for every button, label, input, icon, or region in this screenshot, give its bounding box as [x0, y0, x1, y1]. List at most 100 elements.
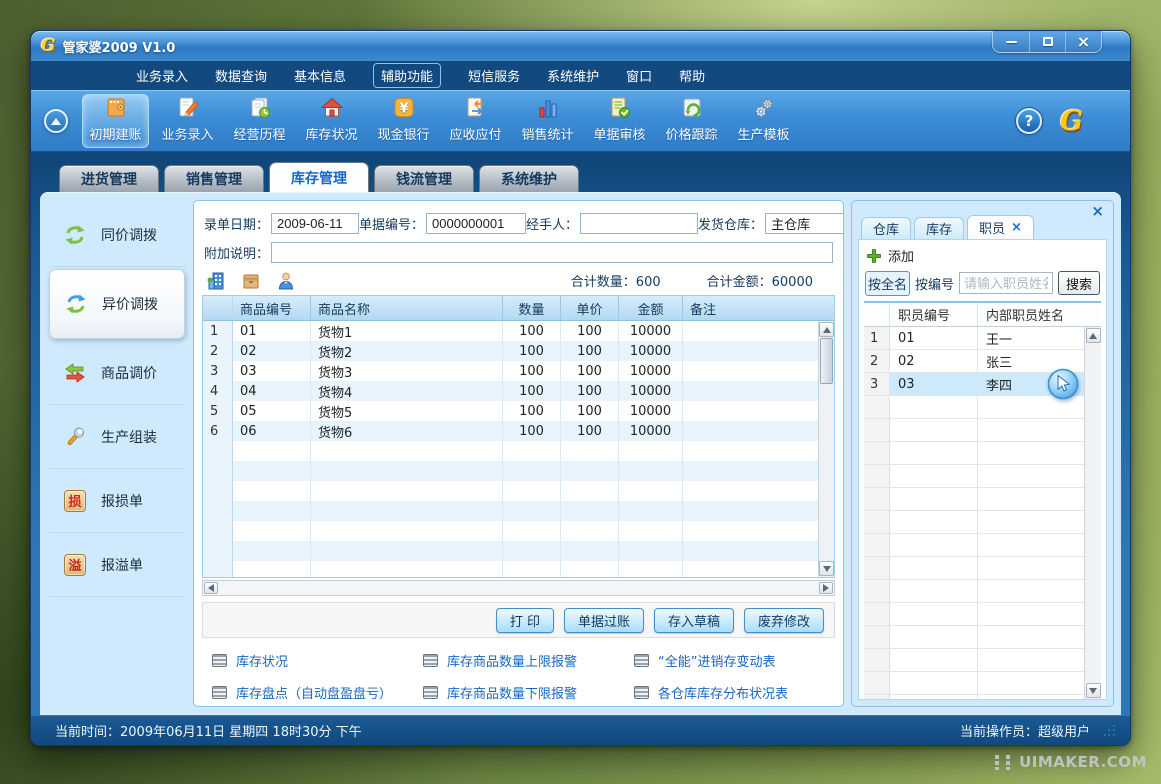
- sidebar-item-goods-price-adjust[interactable]: 商品调价: [49, 341, 186, 405]
- close-button[interactable]: ×: [1065, 31, 1101, 52]
- menu-item-business-entry[interactable]: 业务录入: [136, 66, 188, 85]
- staff-row-empty[interactable]: [864, 465, 1084, 488]
- menu-item-sms-service[interactable]: 短信服务: [468, 66, 520, 85]
- staff-row-empty[interactable]: [864, 534, 1084, 557]
- scroll-left-button[interactable]: [204, 582, 218, 594]
- toolbar-item-production-template[interactable]: 生产模板: [730, 94, 797, 148]
- maximize-button[interactable]: [1029, 31, 1065, 52]
- discard-changes-button[interactable]: 废弃修改: [744, 608, 824, 633]
- staff-row-empty[interactable]: [864, 419, 1084, 442]
- staff-row-empty[interactable]: [864, 511, 1084, 534]
- toolbar-item-cash-bank[interactable]: ¥ 现金银行: [370, 94, 437, 148]
- scrollbar-thumb[interactable]: [820, 338, 833, 384]
- voucher-number-input[interactable]: [426, 213, 526, 234]
- panel-close-icon[interactable]: ×: [1091, 204, 1104, 219]
- staff-row-empty[interactable]: [864, 442, 1084, 465]
- sidebar-item-overflow-report[interactable]: 溢 报溢单: [49, 533, 186, 597]
- stock-box-icon[interactable]: [241, 271, 261, 291]
- table-row-empty[interactable]: [203, 461, 818, 481]
- toolbar-item-voucher-audit[interactable]: 单据审核: [586, 94, 653, 148]
- filter-by-fullname[interactable]: 按全名: [865, 271, 910, 296]
- staff-row[interactable]: 101王一: [864, 327, 1084, 350]
- menu-item-basic-info[interactable]: 基本信息: [294, 66, 346, 85]
- tab-cash-flow-management[interactable]: 钱流管理: [374, 165, 474, 192]
- search-button[interactable]: 搜索: [1058, 271, 1100, 295]
- sidebar-item-production-assembly[interactable]: 生产组装: [49, 405, 186, 469]
- link-warehouse-distribution[interactable]: 各仓库库存分布状况表: [634, 682, 835, 702]
- warehouse-input[interactable]: [765, 213, 844, 234]
- header-goods-name[interactable]: 商品名称: [311, 296, 503, 320]
- table-row-empty[interactable]: [203, 501, 818, 521]
- staff-row-empty[interactable]: [864, 603, 1084, 626]
- toolbar-item-business-history[interactable]: 经营历程: [226, 94, 293, 148]
- table-row[interactable]: 606货物610010010000: [203, 421, 818, 441]
- tab-purchase-management[interactable]: 进货管理: [59, 165, 159, 192]
- menu-item-window[interactable]: 窗口: [626, 66, 652, 85]
- minimize-button[interactable]: [993, 31, 1029, 52]
- scroll-down-button[interactable]: [1086, 683, 1101, 698]
- scroll-up-button[interactable]: [1086, 328, 1101, 343]
- sidebar-item-diff-price-transfer[interactable]: 异价调拨: [49, 269, 185, 339]
- header-goods-code[interactable]: 商品编号: [233, 296, 311, 320]
- header-note[interactable]: 备注: [683, 296, 834, 320]
- note-input[interactable]: [271, 242, 833, 263]
- toolbar-item-price-tracking[interactable]: 价格跟踪: [658, 94, 725, 148]
- header-amount[interactable]: 金额: [619, 296, 683, 320]
- header-unit-price[interactable]: 单价: [561, 296, 619, 320]
- tab-inventory-management[interactable]: 库存管理: [269, 162, 369, 192]
- add-button[interactable]: 添加: [888, 246, 914, 265]
- scroll-up-button[interactable]: [819, 322, 834, 337]
- table-row-empty[interactable]: [203, 481, 818, 501]
- header-staff-name[interactable]: 内部职员姓名: [978, 303, 1101, 326]
- tab-sales-management[interactable]: 销售管理: [164, 165, 264, 192]
- toolbar-item-receivables-payables[interactable]: 应收应付: [442, 94, 509, 148]
- toolbar-collapse-button[interactable]: [44, 109, 68, 133]
- link-stock-count[interactable]: 库存盘点（自动盘盈盘亏）: [212, 682, 423, 702]
- menu-item-auxiliary-functions[interactable]: 辅助功能: [373, 63, 441, 88]
- print-button[interactable]: 打 印: [496, 608, 554, 633]
- staff-person-icon[interactable]: [276, 271, 296, 291]
- link-inventory-status[interactable]: 库存状况: [212, 650, 423, 670]
- staff-row-empty[interactable]: [864, 672, 1084, 695]
- tab-staff[interactable]: 职员 ×: [967, 215, 1034, 239]
- tab-close-icon[interactable]: ×: [1011, 221, 1022, 234]
- link-stock-lower-limit-alert[interactable]: 库存商品数量下限报警: [423, 682, 634, 702]
- link-stock-upper-limit-alert[interactable]: 库存商品数量上限报警: [423, 650, 634, 670]
- table-row[interactable]: 505货物510010010000: [203, 401, 818, 421]
- post-voucher-button[interactable]: 单据过账: [564, 608, 644, 633]
- table-row[interactable]: 101货物110010010000: [203, 321, 818, 341]
- table-row[interactable]: 404货物410010010000: [203, 381, 818, 401]
- scroll-right-button[interactable]: [819, 582, 833, 594]
- table-row-empty[interactable]: [203, 441, 818, 461]
- staff-row-empty[interactable]: [864, 626, 1084, 649]
- staff-row-empty[interactable]: [864, 557, 1084, 580]
- staff-row-empty[interactable]: [864, 488, 1084, 511]
- table-row-empty[interactable]: [203, 541, 818, 561]
- toolbar-item-inventory-status[interactable]: 库存状况: [298, 94, 365, 148]
- staff-row-empty[interactable]: [864, 649, 1084, 672]
- vertical-scrollbar[interactable]: [818, 321, 834, 577]
- menu-item-data-query[interactable]: 数据查询: [215, 66, 267, 85]
- toolbar-item-initial-setup[interactable]: 初期建账: [82, 94, 149, 148]
- staff-vertical-scrollbar[interactable]: [1084, 327, 1101, 699]
- date-input[interactable]: [271, 213, 359, 234]
- link-allround-flow-table[interactable]: “全能”进销存变动表: [634, 650, 835, 670]
- save-draft-button[interactable]: 存入草稿: [654, 608, 734, 633]
- resize-grip-icon[interactable]: [1104, 725, 1116, 737]
- filter-by-code[interactable]: 按编号: [915, 274, 954, 293]
- toolbar-item-business-entry[interactable]: 业务录入: [154, 94, 221, 148]
- table-row-empty[interactable]: [203, 561, 818, 577]
- tab-inventory[interactable]: 库存: [914, 217, 964, 239]
- sidebar-item-same-price-transfer[interactable]: 同价调拨: [49, 203, 186, 267]
- toolbar-item-sales-statistics[interactable]: 销售统计: [514, 94, 581, 148]
- table-row[interactable]: 303货物310010010000: [203, 361, 818, 381]
- header-staff-code[interactable]: 职员编号: [890, 303, 978, 326]
- warehouse-building-icon[interactable]: [206, 271, 226, 291]
- staff-row-empty[interactable]: [864, 695, 1084, 699]
- header-quantity[interactable]: 数量: [503, 296, 561, 320]
- table-row-empty[interactable]: [203, 521, 818, 541]
- staff-search-input[interactable]: [959, 272, 1053, 294]
- handler-input[interactable]: [580, 213, 698, 234]
- staff-row-empty[interactable]: [864, 580, 1084, 603]
- menu-item-system-maintenance[interactable]: 系统维护: [547, 66, 599, 85]
